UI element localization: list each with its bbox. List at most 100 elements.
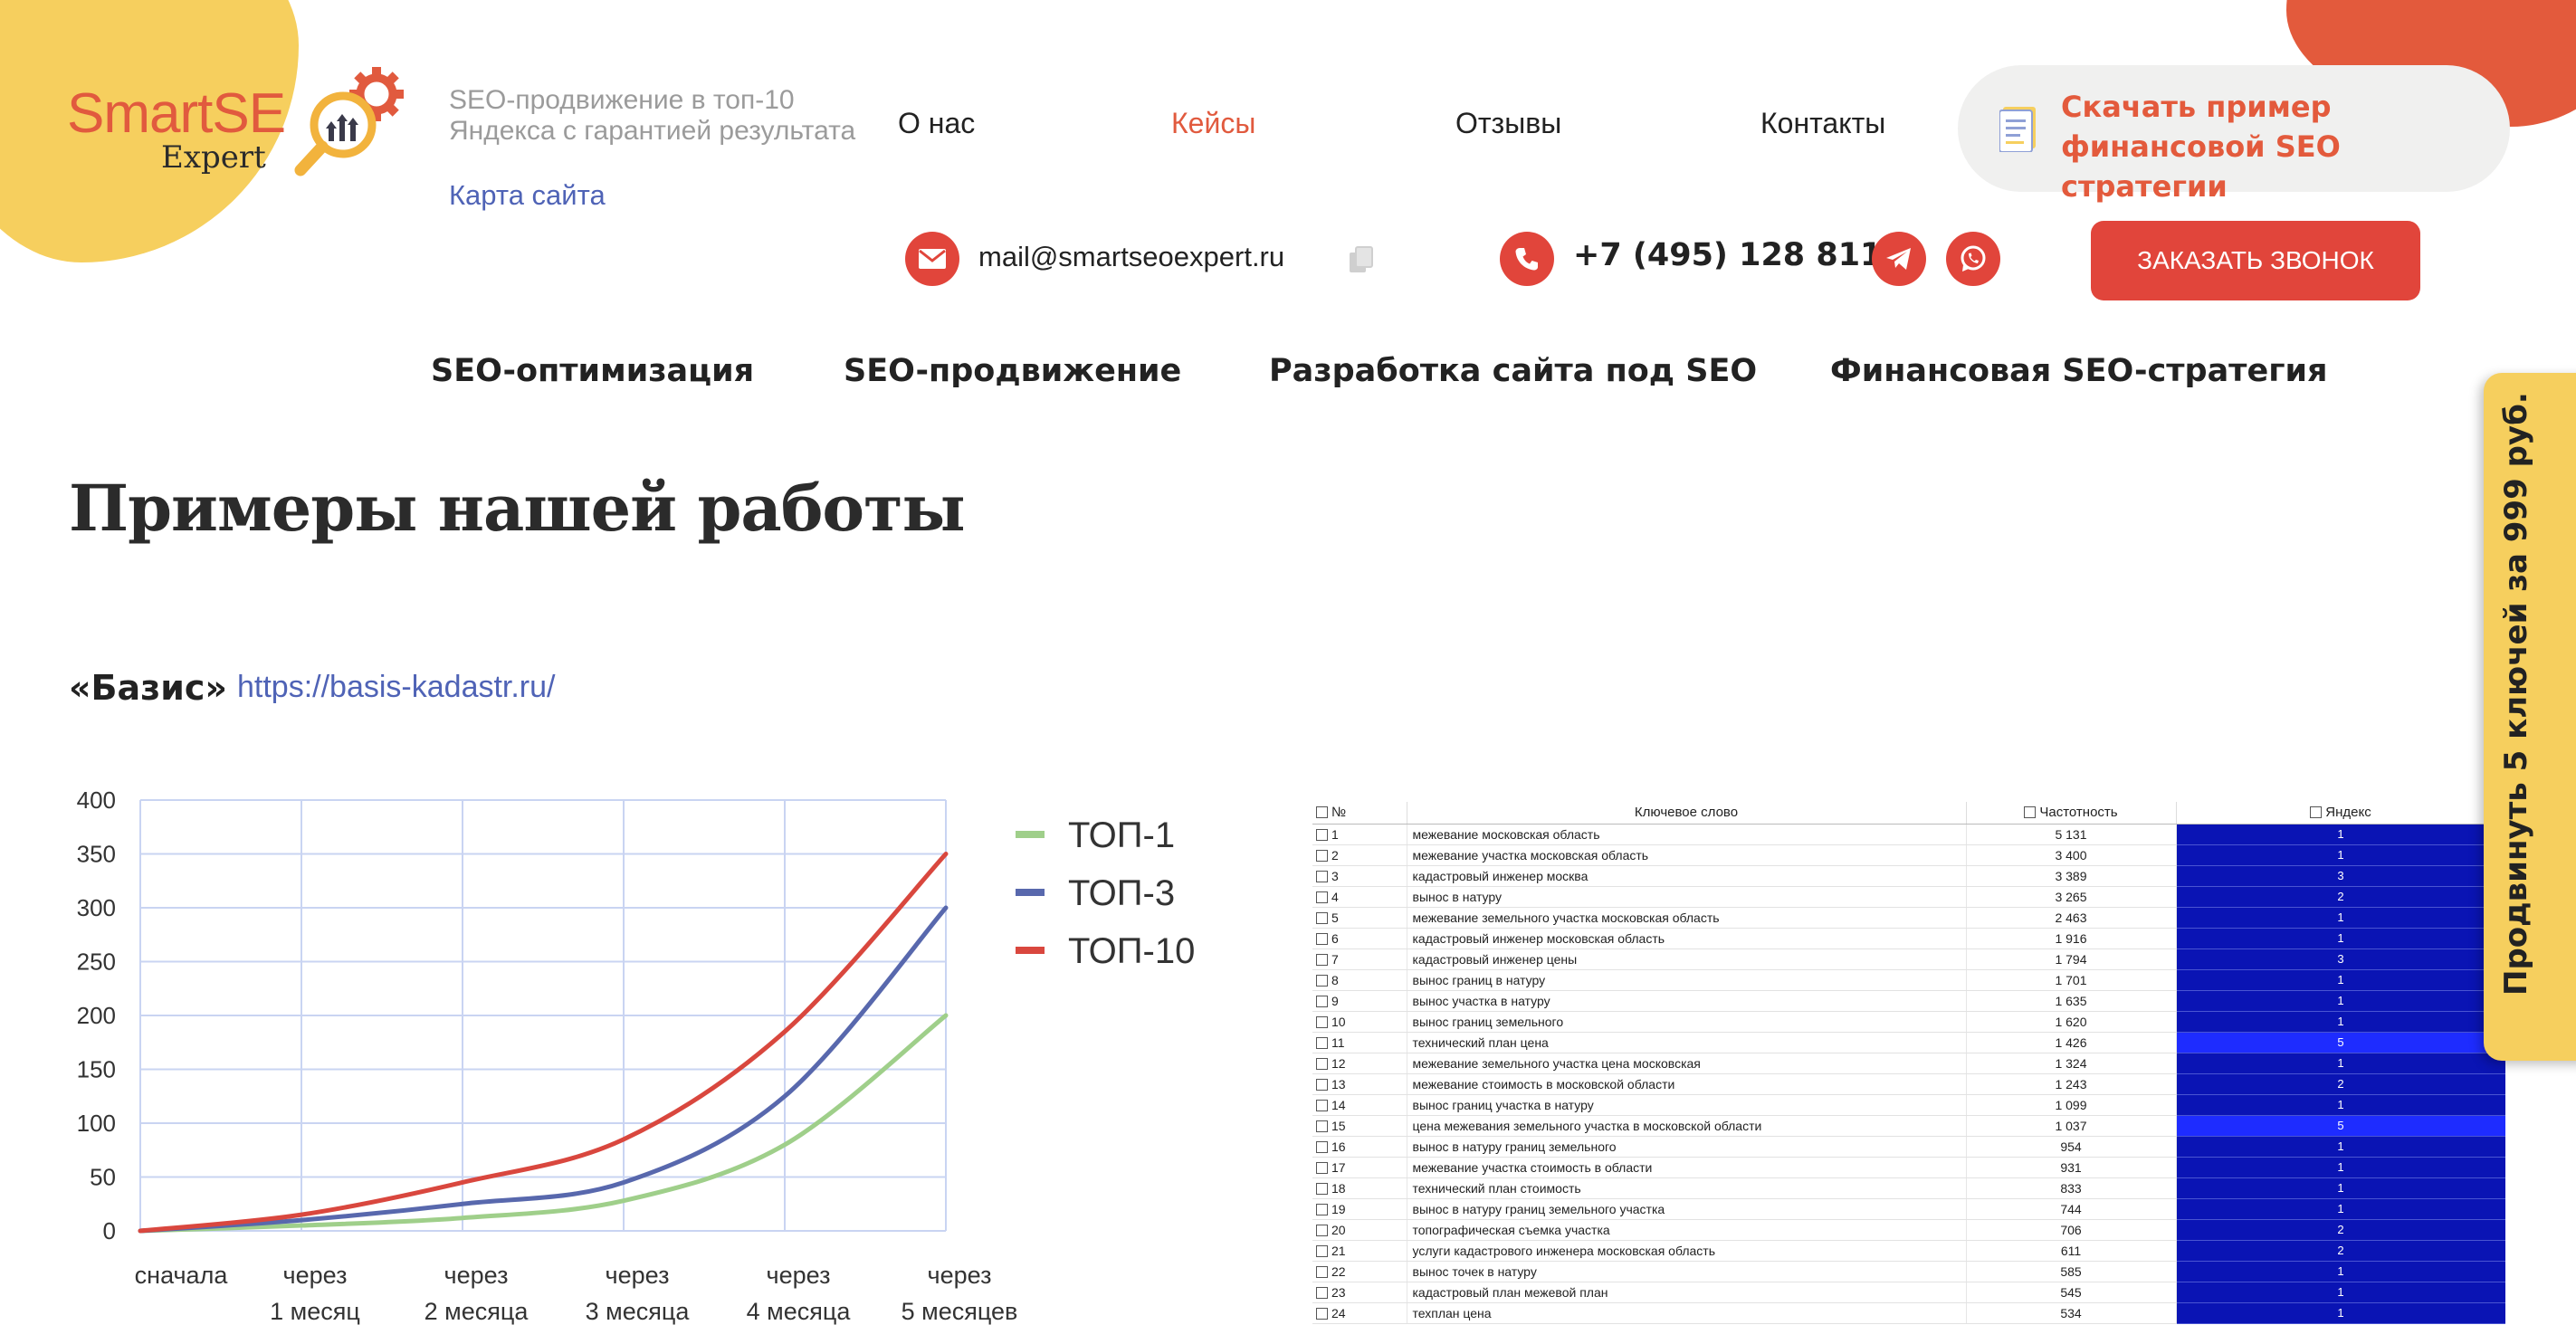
row-number-cell[interactable]: 16 — [1312, 1136, 1407, 1158]
row-number-cell[interactable]: 3 — [1312, 865, 1407, 887]
nav-reviews[interactable]: Отзывы — [1455, 107, 1561, 140]
nav-contacts[interactable]: Контакты — [1760, 107, 1885, 140]
row-number-cell[interactable]: 12 — [1312, 1053, 1407, 1074]
row-number-cell[interactable]: 18 — [1312, 1177, 1407, 1199]
table-row[interactable]: 12 межевание земельного участка цена моск… — [1312, 1053, 2505, 1074]
table-row[interactable]: 20 топографическая съемка участка 706 2 — [1312, 1219, 2505, 1241]
row-number-cell[interactable]: 15 — [1312, 1115, 1407, 1137]
row-checkbox[interactable] — [1316, 1036, 1328, 1049]
row-number-cell[interactable]: 19 — [1312, 1198, 1407, 1220]
envelope-icon[interactable] — [905, 232, 959, 286]
download-strategy-card[interactable]: Скачать пример финансовой SEO стратегии — [1958, 65, 2510, 204]
row-number-cell[interactable]: 5 — [1312, 907, 1407, 929]
service-seo-optimization[interactable]: SEO-оптимизация — [431, 353, 754, 389]
row-checkbox[interactable] — [1316, 1224, 1328, 1236]
table-row[interactable]: 13 межевание стоимость в московской облас… — [1312, 1073, 2505, 1095]
row-checkbox[interactable] — [1316, 1015, 1328, 1028]
telegram-icon[interactable] — [1872, 232, 1926, 286]
checkbox[interactable] — [1316, 806, 1328, 819]
checkbox[interactable] — [2310, 806, 2323, 819]
row-number-cell[interactable]: 10 — [1312, 1011, 1407, 1033]
nav-about[interactable]: О нас — [898, 107, 975, 140]
table-row[interactable]: 7 кадастровый инженер цены 1 794 3 — [1312, 948, 2505, 970]
row-checkbox[interactable] — [1316, 932, 1328, 945]
copy-icon[interactable] — [1348, 245, 1375, 274]
row-checkbox[interactable] — [1316, 870, 1328, 882]
service-seo-promotion[interactable]: SEO-продвижение — [844, 353, 1181, 389]
table-row[interactable]: 22 вынос точек в натуру 585 1 — [1312, 1261, 2505, 1282]
phone-icon[interactable] — [1500, 232, 1554, 286]
service-financial-seo-strategy[interactable]: Финансовая SEO-стратегия — [1830, 353, 2328, 389]
col-header-keyword[interactable]: Ключевое слово — [1407, 802, 1967, 825]
row-checkbox[interactable] — [1316, 1244, 1328, 1257]
table-row[interactable]: 9 вынос участка в натуру 1 635 1 — [1312, 990, 2505, 1012]
row-checkbox[interactable] — [1316, 1078, 1328, 1091]
row-number-cell[interactable]: 11 — [1312, 1032, 1407, 1053]
row-checkbox[interactable] — [1316, 911, 1328, 924]
phone-link[interactable]: +7 (495) 128 8119 — [1573, 237, 1904, 273]
row-number-cell[interactable]: 22 — [1312, 1261, 1407, 1282]
row-number-cell[interactable]: 1 — [1312, 824, 1407, 845]
row-checkbox[interactable] — [1316, 1182, 1328, 1195]
table-row[interactable]: 17 межевание участка стоимость в области 9… — [1312, 1157, 2505, 1178]
service-seo-site-development[interactable]: Разработка сайта под SEO — [1269, 353, 1757, 389]
row-number-cell[interactable]: 13 — [1312, 1073, 1407, 1095]
row-checkbox[interactable] — [1316, 1307, 1328, 1320]
table-row[interactable]: 3 кадастровый инженер москва 3 389 3 — [1312, 865, 2505, 887]
row-checkbox[interactable] — [1316, 1286, 1328, 1299]
whatsapp-icon[interactable] — [1946, 232, 2000, 286]
row-checkbox[interactable] — [1316, 1099, 1328, 1111]
table-row[interactable]: 23 кадастровый план межевой план 545 1 — [1312, 1282, 2505, 1303]
nav-cases[interactable]: Кейсы — [1171, 107, 1255, 140]
col-header-yandex[interactable]: Яндекс — [2176, 802, 2505, 825]
table-row[interactable]: 2 межевание участка московская область 3 4… — [1312, 844, 2505, 866]
table-row[interactable]: 16 вынос в натуру границ земельного 954 1 — [1312, 1136, 2505, 1158]
table-row[interactable]: 1 межевание московская область 5 131 1 — [1312, 824, 2505, 845]
row-number: 4 — [1331, 889, 1339, 904]
case-url-link[interactable]: https://basis-kadastr.ru/ — [237, 670, 556, 705]
row-number-cell[interactable]: 14 — [1312, 1094, 1407, 1116]
table-row[interactable]: 8 вынос границ в натуру 1 701 1 — [1312, 969, 2505, 991]
row-checkbox[interactable] — [1316, 891, 1328, 903]
row-number-cell[interactable]: 7 — [1312, 948, 1407, 970]
row-checkbox[interactable] — [1316, 1265, 1328, 1278]
table-row[interactable]: 4 вынос в натуру 3 265 2 — [1312, 886, 2505, 908]
row-number-cell[interactable]: 23 — [1312, 1282, 1407, 1303]
row-checkbox[interactable] — [1316, 1203, 1328, 1215]
row-checkbox[interactable] — [1316, 1161, 1328, 1174]
row-number-cell[interactable]: 4 — [1312, 886, 1407, 908]
row-number-cell[interactable]: 6 — [1312, 928, 1407, 949]
site-logo[interactable]: SmartSE Expert — [67, 63, 420, 190]
sitemap-link[interactable]: Карта сайта — [449, 179, 606, 212]
row-checkbox[interactable] — [1316, 1120, 1328, 1132]
table-row[interactable]: 24 техплан цена 534 1 — [1312, 1302, 2505, 1324]
table-row[interactable]: 5 межевание земельного участка московская… — [1312, 907, 2505, 929]
table-row[interactable]: 11 технический план цена 1 426 5 — [1312, 1032, 2505, 1053]
row-checkbox[interactable] — [1316, 828, 1328, 841]
row-checkbox[interactable] — [1316, 974, 1328, 987]
table-row[interactable]: 21 услуги кадастрового инженера московска… — [1312, 1240, 2505, 1262]
row-number-cell[interactable]: 20 — [1312, 1219, 1407, 1241]
col-header-number[interactable]: № — [1312, 802, 1407, 825]
row-checkbox[interactable] — [1316, 1057, 1328, 1070]
table-row[interactable]: 10 вынос границ земельного 1 620 1 — [1312, 1011, 2505, 1033]
row-checkbox[interactable] — [1316, 849, 1328, 862]
row-checkbox[interactable] — [1316, 1140, 1328, 1153]
row-checkbox[interactable] — [1316, 995, 1328, 1007]
row-number-cell[interactable]: 2 — [1312, 844, 1407, 866]
row-number-cell[interactable]: 8 — [1312, 969, 1407, 991]
table-row[interactable]: 6 кадастровый инженер московская область 1… — [1312, 928, 2505, 949]
row-number-cell[interactable]: 9 — [1312, 990, 1407, 1012]
email-link[interactable]: mail@smartseoexpert.ru — [978, 241, 1284, 273]
row-number-cell[interactable]: 21 — [1312, 1240, 1407, 1262]
col-header-frequency[interactable]: Частотность — [1966, 802, 2177, 825]
table-row[interactable]: 14 вынос границ участка в натуру 1 099 1 — [1312, 1094, 2505, 1116]
checkbox[interactable] — [2024, 806, 2037, 819]
table-row[interactable]: 19 вынос в натуру границ земельного участ… — [1312, 1198, 2505, 1220]
row-checkbox[interactable] — [1316, 953, 1328, 966]
table-row[interactable]: 18 технический план стоимость 833 1 — [1312, 1177, 2505, 1199]
row-number-cell[interactable]: 17 — [1312, 1157, 1407, 1178]
table-row[interactable]: 15 цена межевания земельного участка в мо… — [1312, 1115, 2505, 1137]
order-call-button[interactable]: ЗАКАЗАТЬ ЗВОНОК — [2091, 221, 2420, 300]
row-number-cell[interactable]: 24 — [1312, 1302, 1407, 1324]
